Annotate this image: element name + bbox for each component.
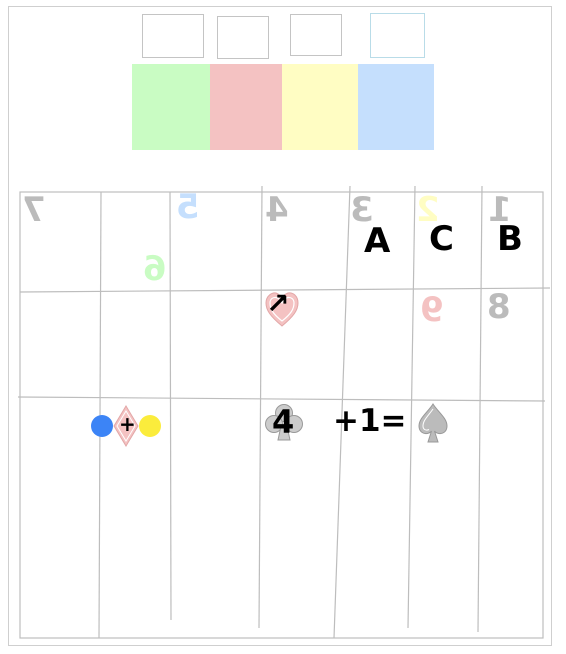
mirrored-number-5: 5 xyxy=(176,187,200,227)
mirrored-number-7: 7 xyxy=(22,190,46,230)
combo-plus: + xyxy=(119,412,136,436)
letter-c: C xyxy=(429,219,454,259)
expression-plus-one: +1= xyxy=(333,403,407,439)
spade-suit-icon xyxy=(418,403,448,443)
mirrored-number-9: 9 xyxy=(420,290,444,330)
mirrored-number-6: 6 xyxy=(143,249,167,289)
mirrored-number-4: 4 xyxy=(265,190,289,230)
blue-dot-icon xyxy=(91,415,113,437)
club-value: 4 xyxy=(272,403,295,441)
mirrored-number-8: 8 xyxy=(487,287,511,327)
letter-a: A xyxy=(364,221,391,261)
letter-b: B xyxy=(497,219,523,259)
arrow-symbol: ↗ xyxy=(266,287,290,320)
yellow-dot-icon xyxy=(139,415,161,437)
